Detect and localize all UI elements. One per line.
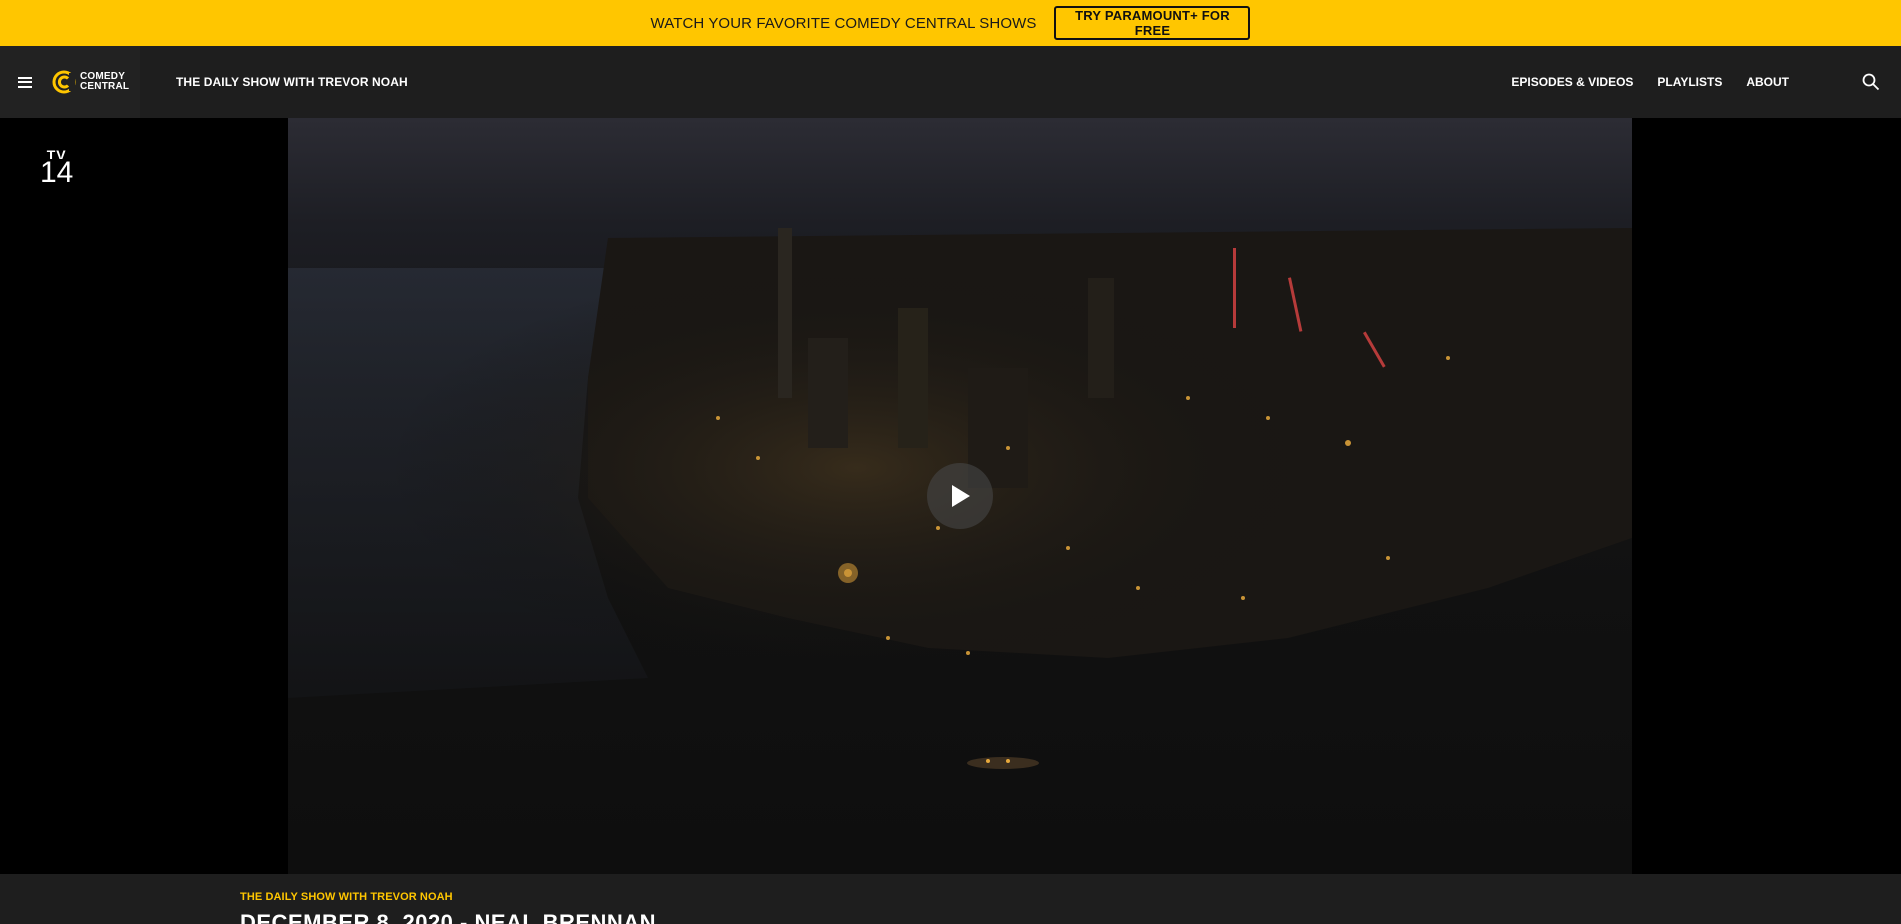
promo-text: WATCH YOUR FAVORITE COMEDY CENTRAL SHOWS — [650, 14, 1037, 32]
nav-playlists[interactable]: PLAYLISTS — [1657, 75, 1722, 89]
logo-line2: CENTRAL — [80, 81, 130, 92]
logo-block: COMEDY CENTRAL — [0, 46, 140, 118]
nav-about[interactable]: ABOUT — [1746, 75, 1789, 89]
rating-number: 14 — [40, 156, 74, 189]
play-icon — [952, 485, 970, 507]
show-title-link[interactable]: THE DAILY SHOW WITH TREVOR NOAH — [176, 75, 408, 89]
video-player[interactable] — [288, 118, 1632, 874]
logo-text: COMEDY CENTRAL — [80, 72, 129, 92]
episode-show-link[interactable]: THE DAILY SHOW WITH TREVOR NOAH — [240, 891, 453, 903]
episode-title: DECEMBER 8, 2020 - NEAL BRENNAN — [240, 910, 657, 924]
comedy-central-logo[interactable]: COMEDY CENTRAL — [52, 70, 129, 94]
hamburger-menu-icon[interactable] — [18, 76, 32, 88]
site-header: COMEDY CENTRAL THE DAILY SHOW WITH TREVO… — [0, 46, 1901, 118]
tv-rating-badge: TV 14 — [40, 148, 73, 188]
player-area: TV 14 — [0, 118, 1901, 874]
promo-banner: WATCH YOUR FAVORITE COMEDY CENTRAL SHOWS… — [0, 0, 1901, 46]
episode-info: THE DAILY SHOW WITH TREVOR NOAH DECEMBER… — [0, 874, 1901, 924]
play-button[interactable] — [927, 463, 993, 529]
nav-episodes-videos[interactable]: EPISODES & VIDEOS — [1511, 75, 1633, 89]
search-icon — [1862, 73, 1880, 91]
main-nav: EPISODES & VIDEOS PLAYLISTS ABOUT — [1511, 46, 1901, 118]
search-button[interactable] — [1849, 46, 1893, 118]
comedy-central-c-icon — [52, 70, 76, 94]
try-paramount-button[interactable]: TRY PARAMOUNT+ FOR FREE — [1054, 6, 1251, 40]
